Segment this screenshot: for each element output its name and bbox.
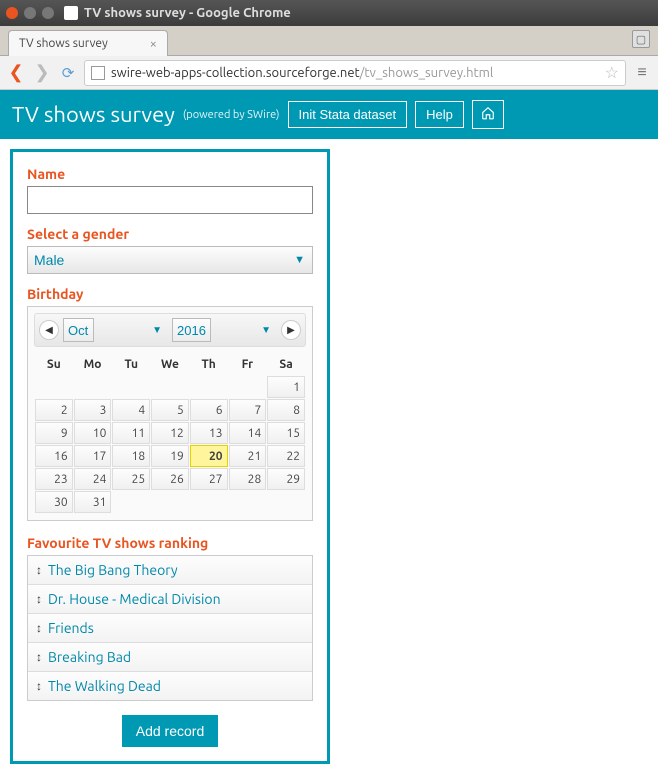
calendar-day[interactable]: 24 — [74, 468, 112, 490]
ranking-item[interactable]: ↕ The Big Bang Theory — [28, 556, 312, 585]
url-path: /tv_shows_survey.html — [360, 66, 494, 80]
calendar-day[interactable]: 10 — [74, 422, 112, 444]
add-record-button[interactable]: Add record — [122, 715, 218, 747]
os-titlebar: TV shows survey - Google Chrome — [0, 0, 658, 26]
calendar-month-select[interactable]: Oct — [63, 318, 94, 342]
calendar-next-button[interactable]: ▶ — [281, 320, 301, 340]
ranking-list: ↕ The Big Bang Theory ↕ Dr. House - Medical… — [27, 555, 313, 701]
ranking-label: Favourite TV shows ranking — [27, 535, 313, 551]
ranking-item[interactable]: ↕ The Walking Dead — [28, 672, 312, 700]
browser-tab-title: TV shows survey — [19, 37, 108, 50]
chevron-down-icon: ▼ — [152, 324, 162, 336]
calendar-day[interactable]: 23 — [35, 468, 73, 490]
page-icon — [91, 66, 105, 80]
calendar-day[interactable]: 19 — [151, 445, 189, 467]
calendar-day[interactable]: 17 — [74, 445, 112, 467]
birthday-label: Birthday — [27, 286, 313, 302]
calendar-year-select[interactable]: 2016 — [172, 318, 211, 342]
ranking-item-label: Friends — [48, 620, 94, 636]
calendar-day[interactable]: 22 — [267, 445, 305, 467]
calendar-day[interactable]: 8 — [267, 399, 305, 421]
forward-button: ❯ — [32, 63, 52, 83]
calendar-dow: Th — [190, 354, 228, 375]
calendar-day[interactable]: 27 — [190, 468, 228, 490]
ranking-item[interactable]: ↕ Breaking Bad — [28, 643, 312, 672]
chrome-app-icon — [64, 6, 78, 20]
calendar-day[interactable]: 20 — [190, 445, 228, 467]
calendar-day[interactable]: 13 — [190, 422, 228, 444]
ranking-item-label: Dr. House - Medical Division — [48, 591, 221, 607]
name-label: Name — [27, 166, 313, 182]
calendar-day[interactable]: 29 — [267, 468, 305, 490]
gender-select[interactable]: Male — [27, 246, 313, 274]
calendar-day[interactable]: 30 — [35, 491, 73, 513]
name-input[interactable] — [27, 186, 313, 214]
init-stata-button[interactable]: Init Stata dataset — [288, 101, 408, 128]
home-icon — [481, 106, 495, 120]
ranking-item[interactable]: ↕ Friends — [28, 614, 312, 643]
calendar-day[interactable]: 25 — [112, 468, 150, 490]
window-minimize-button[interactable] — [24, 7, 36, 19]
ranking-item[interactable]: ↕ Dr. House - Medical Division — [28, 585, 312, 614]
tab-close-icon[interactable]: × — [150, 37, 157, 51]
drag-handle-icon: ↕ — [36, 679, 42, 693]
ranking-item-label: The Big Bang Theory — [48, 562, 178, 578]
window-maximize-button[interactable] — [42, 7, 54, 19]
calendar-dow: Tu — [112, 354, 150, 375]
calendar-day[interactable]: 16 — [35, 445, 73, 467]
calendar-day[interactable]: 3 — [74, 399, 112, 421]
help-button[interactable]: Help — [415, 101, 464, 128]
calendar-day[interactable]: 26 — [151, 468, 189, 490]
calendar-day[interactable]: 4 — [112, 399, 150, 421]
calendar-day[interactable]: 1 — [267, 376, 305, 398]
birthday-datepicker: ◀ Oct ▼ 2016 ▼ ▶ SuMoTuWeThFrSa 12345678… — [27, 306, 313, 521]
drag-handle-icon: ↕ — [36, 621, 42, 635]
drag-handle-icon: ↕ — [36, 650, 42, 664]
calendar-day[interactable]: 31 — [74, 491, 112, 513]
browser-menu-icon[interactable]: ≡ — [632, 63, 652, 82]
address-bar[interactable]: swire-web-apps-collection.sourceforge.ne… — [84, 60, 626, 86]
back-button[interactable]: ❮ — [6, 63, 26, 83]
calendar-day[interactable]: 5 — [151, 399, 189, 421]
survey-form: Name Select a gender Male ▼ Birthday ◀ O… — [10, 149, 330, 764]
calendar-day[interactable]: 28 — [229, 468, 267, 490]
browser-tab[interactable]: TV shows survey × — [8, 30, 168, 56]
bookmark-star-icon[interactable]: ☆ — [605, 63, 619, 82]
calendar-day[interactable]: 2 — [35, 399, 73, 421]
calendar-day[interactable]: 18 — [112, 445, 150, 467]
calendar-day[interactable]: 15 — [267, 422, 305, 444]
calendar-day[interactable]: 14 — [229, 422, 267, 444]
calendar-dow: Sa — [267, 354, 305, 375]
calendar-grid: SuMoTuWeThFrSa 1234567891011121314151617… — [34, 353, 306, 514]
calendar-day[interactable]: 7 — [229, 399, 267, 421]
calendar-day[interactable]: 9 — [35, 422, 73, 444]
ranking-item-label: The Walking Dead — [48, 678, 161, 694]
chevron-down-icon: ▼ — [261, 324, 271, 336]
gender-label: Select a gender — [27, 226, 313, 242]
window-title: TV shows survey - Google Chrome — [84, 6, 291, 20]
browser-toolbar: ❮ ❯ ⟳ swire-web-apps-collection.sourcefo… — [0, 56, 658, 90]
calendar-day[interactable]: 12 — [151, 422, 189, 444]
calendar-dow: Su — [35, 354, 73, 375]
page-title: TV shows survey — [12, 102, 175, 127]
profile-badge[interactable]: ▢ — [632, 30, 650, 48]
ranking-item-label: Breaking Bad — [48, 649, 131, 665]
home-button[interactable] — [472, 100, 504, 129]
calendar-day[interactable]: 21 — [229, 445, 267, 467]
browser-tab-strip: TV shows survey × ▢ — [0, 26, 658, 56]
powered-by-text: (powered by SWire) — [183, 109, 280, 121]
calendar-prev-button[interactable]: ◀ — [39, 320, 59, 340]
calendar-dow: We — [151, 354, 189, 375]
window-close-button[interactable] — [6, 7, 18, 19]
calendar-day[interactable]: 11 — [112, 422, 150, 444]
calendar-dow: Fr — [229, 354, 267, 375]
drag-handle-icon: ↕ — [36, 563, 42, 577]
reload-button[interactable]: ⟳ — [58, 63, 78, 83]
app-header: TV shows survey (powered by SWire) Init … — [0, 90, 658, 139]
calendar-dow: Mo — [74, 354, 112, 375]
calendar-day[interactable]: 6 — [190, 399, 228, 421]
drag-handle-icon: ↕ — [36, 592, 42, 606]
url-host: swire-web-apps-collection.sourceforge.ne… — [111, 66, 360, 80]
